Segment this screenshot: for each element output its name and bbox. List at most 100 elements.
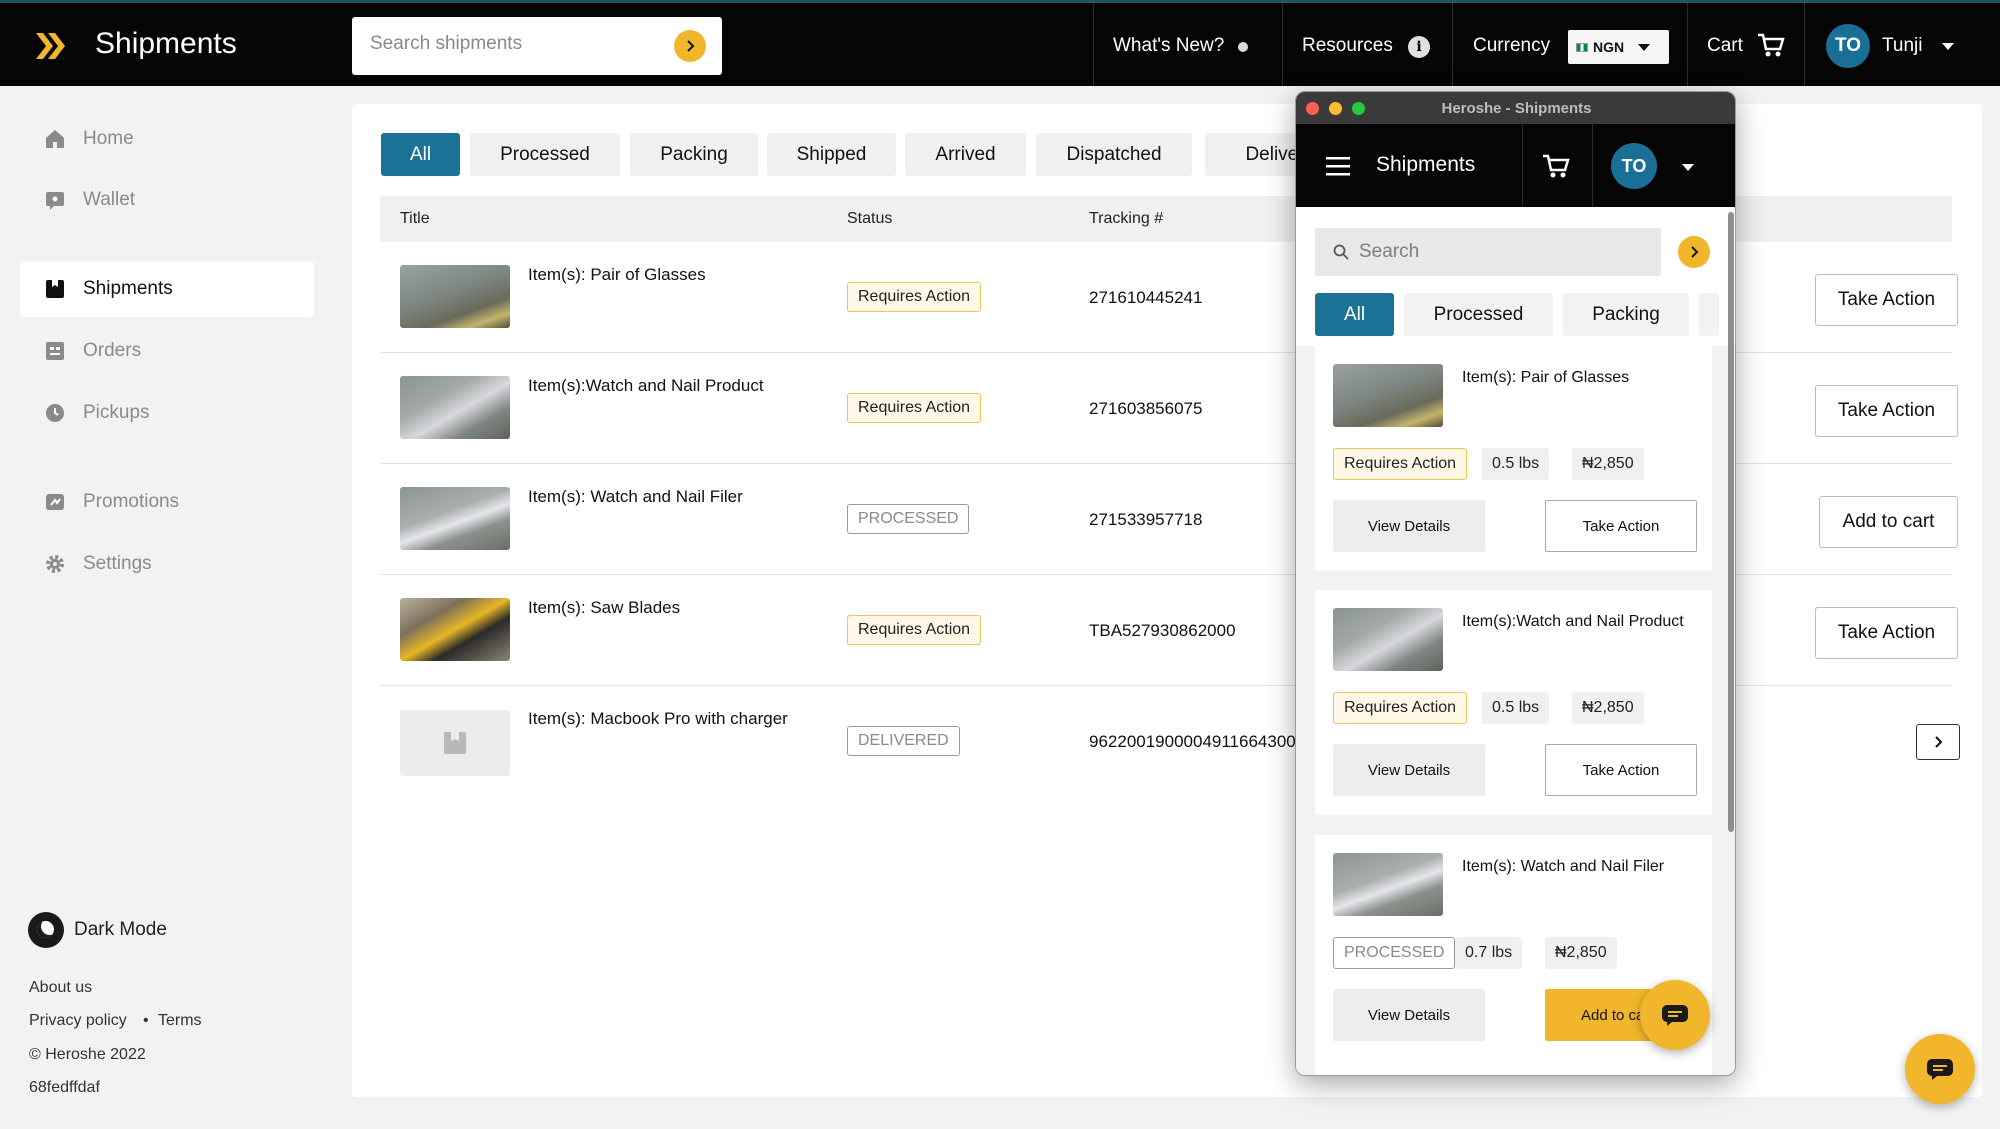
moon-icon — [28, 912, 64, 948]
sidebar-item-wallet[interactable]: Wallet — [20, 172, 314, 228]
shipment-title[interactable]: Item(s): Pair of Glasses — [528, 263, 788, 287]
promotions-icon — [44, 491, 66, 513]
item-thumbnail — [400, 598, 510, 661]
status-badge: PROCESSED — [1333, 937, 1456, 969]
sidebar-item-home[interactable]: Home — [20, 111, 314, 167]
shipment-card[interactable]: Item(s): Pair of Glasses Requires Action… — [1315, 346, 1712, 571]
nav-divider — [1522, 124, 1523, 207]
user-menu-caret-icon[interactable] — [1682, 164, 1694, 171]
mobile-search-submit-button[interactable] — [1678, 236, 1710, 268]
tab-shipped[interactable]: Shipped — [767, 133, 896, 176]
sidebar-item-label: Promotions — [83, 491, 180, 512]
search-box — [352, 17, 722, 75]
sidebar-item-label: Home — [83, 128, 134, 149]
sidebar-item-pickups[interactable]: Pickups — [20, 385, 314, 441]
view-details-button[interactable] — [1916, 724, 1960, 760]
take-action-button[interactable]: Take Action — [1815, 607, 1958, 659]
whats-new-link[interactable]: What's New? — [1113, 35, 1224, 57]
item-thumbnail — [400, 376, 510, 439]
about-link[interactable]: About us — [29, 979, 92, 997]
take-action-button[interactable]: Take Action — [1815, 385, 1958, 437]
item-thumbnail — [400, 487, 510, 550]
price-badge: ₦2,850 — [1572, 692, 1644, 724]
mobile-tab-all[interactable]: All — [1315, 293, 1394, 336]
mobile-scrollbar[interactable] — [1728, 212, 1734, 832]
item-thumbnail — [400, 265, 510, 328]
cart-link[interactable]: Cart — [1707, 35, 1743, 57]
mobile-page-title: Shipments — [1376, 153, 1476, 176]
resources-link[interactable]: Resources — [1302, 35, 1393, 57]
take-action-button[interactable]: Take Action — [1815, 274, 1958, 326]
view-details-button[interactable]: View Details — [1333, 744, 1485, 796]
column-header-tracking: Tracking # — [1089, 210, 1164, 227]
sidebar-item-shipments[interactable]: Shipments — [20, 261, 314, 317]
shipment-title: Item(s): Watch and Nail Filer — [1462, 858, 1665, 875]
search-submit-button[interactable] — [674, 30, 706, 62]
mobile-tab-processed[interactable]: Processed — [1404, 293, 1553, 336]
user-menu-caret-icon[interactable] — [1942, 43, 1954, 50]
chevron-right-icon — [1691, 246, 1699, 258]
shipment-title[interactable]: Item(s): Saw Blades — [528, 596, 788, 620]
sidebar-item-settings[interactable]: Settings — [20, 536, 314, 592]
tab-all[interactable]: All — [381, 133, 460, 176]
mobile-search-input[interactable] — [1359, 241, 1639, 263]
notification-dot-icon — [1238, 42, 1248, 52]
hamburger-menu-icon[interactable] — [1326, 156, 1350, 176]
add-to-cart-button[interactable]: Add to cart — [1819, 496, 1958, 548]
sidebar-item-label: Wallet — [83, 189, 136, 210]
info-icon[interactable]: i — [1408, 36, 1430, 58]
status-badge: Requires Action — [847, 282, 982, 312]
status-badge: Requires Action — [847, 393, 982, 423]
mobile-header: Shipments TO — [1296, 124, 1735, 207]
tab-processed[interactable]: Processed — [470, 133, 620, 176]
tab-packing[interactable]: Packing — [630, 133, 758, 176]
nav-divider — [1452, 3, 1453, 86]
tab-arrived[interactable]: Arrived — [905, 133, 1026, 176]
shipment-title[interactable]: Item(s): Watch and Nail Filer — [528, 485, 788, 509]
mobile-shipment-list: Item(s): Pair of Glasses Requires Action… — [1296, 346, 1735, 1075]
sidebar-item-promotions[interactable]: Promotions — [20, 474, 314, 530]
column-header-status: Status — [847, 210, 893, 227]
chat-button[interactable] — [1905, 1034, 1975, 1104]
mobile-tab-packing[interactable]: Packing — [1563, 293, 1689, 336]
avatar[interactable]: TO — [1611, 143, 1657, 189]
currency-select[interactable]: NGN — [1568, 30, 1669, 64]
sidebar-item-label: Pickups — [83, 402, 150, 423]
sidebar-item-label: Orders — [83, 340, 142, 361]
tracking-number: 271533957718 — [1089, 510, 1203, 529]
item-thumbnail — [1333, 364, 1443, 427]
chevron-right-icon — [687, 40, 695, 52]
mobile-tab-shipped[interactable] — [1699, 293, 1719, 336]
status-badge: Requires Action — [1333, 448, 1468, 480]
cart-icon[interactable] — [1757, 33, 1785, 59]
view-details-button[interactable]: View Details — [1333, 989, 1485, 1041]
mobile-chat-button[interactable] — [1640, 980, 1710, 1050]
shipment-title[interactable]: Item(s): Macbook Pro with charger — [528, 707, 788, 731]
take-action-button[interactable]: Take Action — [1545, 744, 1697, 796]
gear-icon — [44, 553, 66, 575]
window-title: Heroshe - Shipments — [1441, 100, 1592, 117]
terms-link[interactable]: Terms — [158, 1012, 202, 1030]
tab-dispatched[interactable]: Dispatched — [1036, 133, 1192, 176]
avatar[interactable]: TO — [1826, 24, 1870, 68]
shipment-card[interactable]: Item(s):Watch and Nail Product Requires … — [1315, 590, 1712, 815]
orders-icon — [44, 340, 66, 362]
placeholder-box-icon — [444, 732, 466, 754]
view-details-button[interactable]: View Details — [1333, 500, 1485, 552]
user-name[interactable]: Tunji — [1882, 35, 1922, 57]
take-action-button[interactable]: Take Action — [1545, 500, 1697, 552]
chevron-right-icon — [1935, 736, 1943, 748]
shipments-icon — [44, 278, 66, 300]
sidebar-item-label: Shipments — [83, 278, 173, 299]
cart-icon[interactable] — [1542, 154, 1570, 180]
heroshe-logo[interactable] — [34, 31, 68, 61]
top-navbar: Shipments What's New? Resources i Curren… — [0, 0, 2000, 86]
sidebar-item-orders[interactable]: Orders — [20, 323, 314, 379]
weight-badge: 0.5 lbs — [1482, 448, 1550, 480]
shipment-title[interactable]: Item(s):Watch and Nail Product — [528, 374, 788, 398]
price-badge: ₦2,850 — [1572, 448, 1644, 480]
search-input[interactable] — [370, 33, 650, 55]
privacy-policy-link[interactable]: Privacy policy — [29, 1012, 127, 1030]
window-titlebar: Heroshe - Shipments — [1296, 92, 1735, 124]
dark-mode-toggle[interactable]: Dark Mode — [28, 912, 167, 948]
